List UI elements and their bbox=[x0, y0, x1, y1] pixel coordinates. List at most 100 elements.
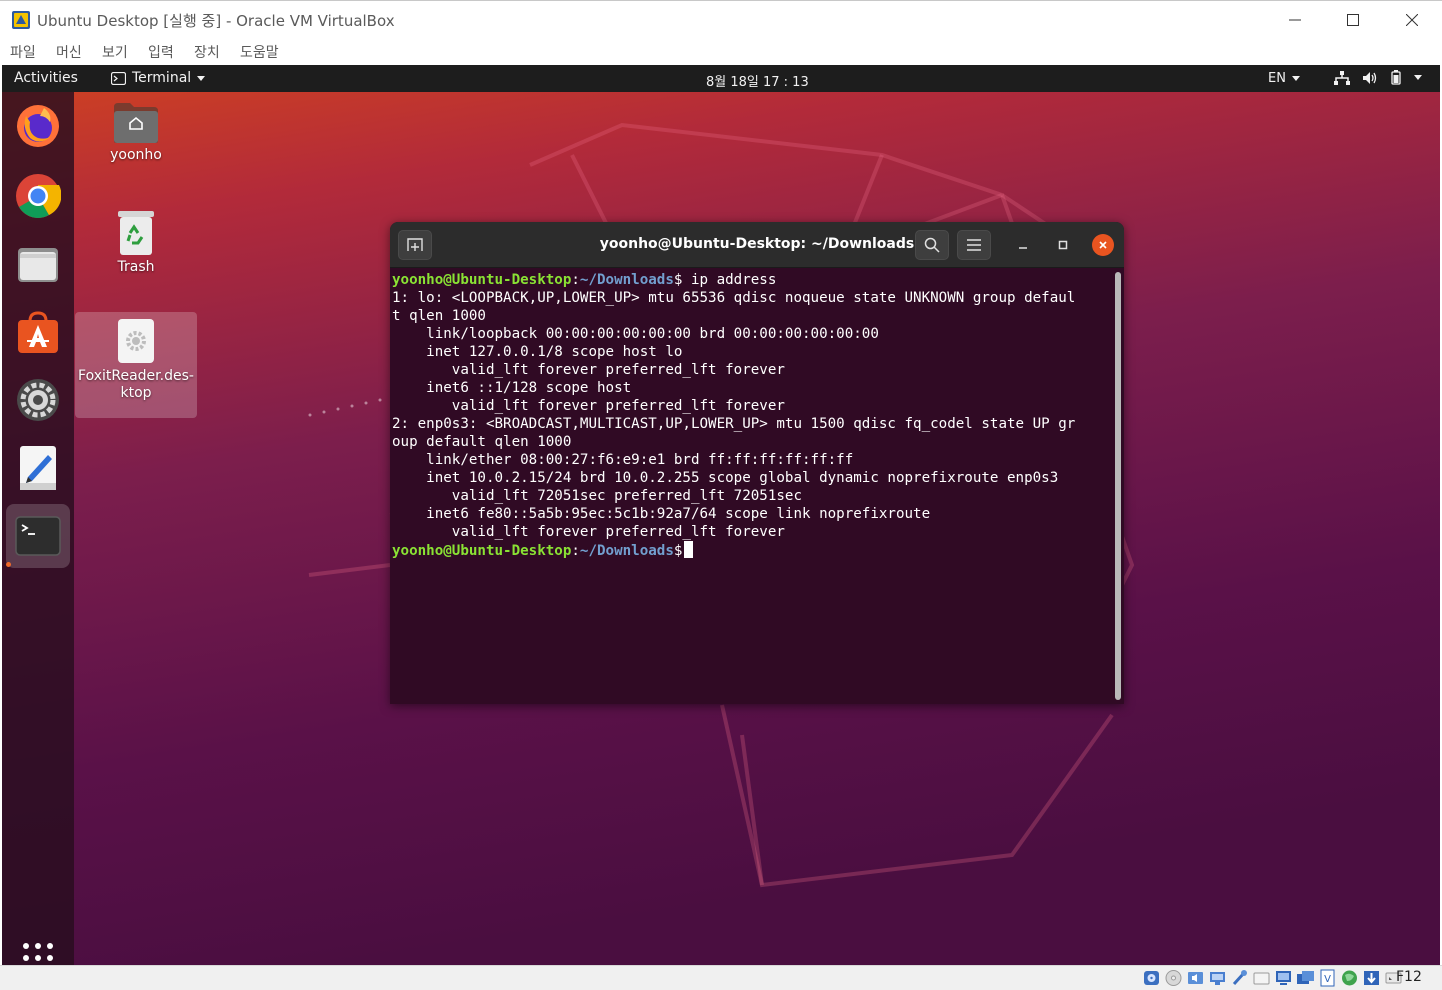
desktop-icon-foxitreader[interactable]: FoxitReader.des-ktop bbox=[75, 312, 197, 418]
system-tray[interactable] bbox=[1334, 70, 1422, 85]
menu-file[interactable]: 파일 bbox=[10, 42, 36, 62]
audio-icon[interactable] bbox=[1186, 969, 1205, 987]
output-line: 2: enp0s3: <BROADCAST,MULTICAST,UP,LOWER… bbox=[392, 416, 1076, 432]
display-icon[interactable] bbox=[1274, 969, 1293, 987]
running-indicator bbox=[6, 562, 11, 567]
window-title: Ubuntu Desktop [실행 중] - Oracle VM Virtua… bbox=[37, 12, 395, 30]
text-editor-icon bbox=[20, 446, 56, 490]
app-menu[interactable]: Terminal bbox=[111, 70, 206, 86]
output-line: inet 127.0.0.1/8 scope host lo bbox=[392, 344, 683, 360]
virtualbox-app-icon bbox=[12, 11, 30, 29]
ubuntu-dock bbox=[2, 92, 74, 965]
prompt-line: yoonho@Ubuntu-Desktop:~/Downloads$ bbox=[392, 541, 1112, 560]
menu-devices[interactable]: 장치 bbox=[194, 42, 220, 62]
output-line: inet6 ::1/128 scope host bbox=[392, 380, 632, 396]
dock-terminal[interactable] bbox=[6, 504, 70, 568]
desktop-icon-home[interactable]: yoonho bbox=[75, 101, 197, 164]
prompt-user: yoonho@Ubuntu-Desktop bbox=[392, 543, 572, 559]
optical-drive-icon[interactable] bbox=[1164, 969, 1183, 987]
system-menu-caret-icon bbox=[1414, 75, 1422, 80]
activities-button[interactable]: Activities bbox=[14, 70, 78, 86]
prompt-line: yoonho@Ubuntu-Desktop:~/Downloads$ ip ad… bbox=[392, 271, 1112, 289]
desktop-icon-label: FoxitReader.des-ktop bbox=[78, 368, 194, 401]
vbox-menubar: 파일 머신 보기 입력 장치 도움말 bbox=[0, 38, 1442, 65]
dock-files[interactable] bbox=[12, 238, 64, 290]
minimize-button[interactable] bbox=[1266, 1, 1324, 39]
desktop-icon-trash[interactable]: Trash bbox=[75, 209, 197, 276]
recording-icon[interactable]: V bbox=[1318, 969, 1337, 987]
search-icon bbox=[924, 237, 940, 253]
ubuntu-software-icon bbox=[18, 311, 58, 353]
search-button[interactable] bbox=[915, 230, 949, 260]
output-line: valid_lft 72051sec preferred_lft 72051se… bbox=[392, 488, 802, 504]
terminal-headerbar[interactable]: yoonho@Ubuntu-Desktop: ~/Downloads bbox=[390, 222, 1124, 268]
terminal-window[interactable]: yoonho@Ubuntu-Desktop: ~/Downloads yoonh… bbox=[390, 222, 1124, 704]
terminal-scrollbar[interactable] bbox=[1115, 272, 1121, 700]
prompt-end: $ bbox=[673, 543, 683, 559]
terminal-small-icon bbox=[111, 71, 126, 85]
output-line: valid_lft forever preferred_lft forever bbox=[392, 362, 785, 378]
terminal-close-button[interactable] bbox=[1092, 234, 1114, 256]
output-line: t qlen 1000 bbox=[392, 308, 486, 324]
prompt-separator: : bbox=[571, 543, 580, 559]
new-tab-button[interactable] bbox=[398, 230, 432, 260]
terminal-maximize-button[interactable] bbox=[1052, 234, 1074, 256]
prompt-path: ~/Downloads bbox=[579, 543, 674, 559]
usb-icon[interactable] bbox=[1230, 969, 1249, 987]
host-key-label: F12 bbox=[1396, 969, 1422, 985]
menu-input[interactable]: 입력 bbox=[148, 42, 174, 62]
maximize-icon bbox=[1058, 240, 1068, 250]
output-line: link/loopback 00:00:00:00:00:00 brd 00:0… bbox=[392, 326, 879, 342]
dock-chrome[interactable] bbox=[12, 170, 64, 222]
hard-disk-icon[interactable] bbox=[1142, 969, 1161, 987]
prompt-path: ~/Downloads bbox=[579, 272, 674, 288]
dock-firefox[interactable] bbox=[12, 100, 64, 152]
terminal-output[interactable]: yoonho@Ubuntu-Desktop:~/Downloads$ ip ad… bbox=[392, 271, 1112, 701]
guest-screen[interactable]: Activities Terminal 8월 18일 17 : 13 EN yo… bbox=[2, 65, 1440, 965]
output-line: inet6 fe80::5a5b:95ec:5c1b:92a7/64 scope… bbox=[392, 506, 931, 522]
text-cursor bbox=[684, 541, 694, 558]
dock-settings[interactable] bbox=[12, 374, 64, 426]
dock-text-editor[interactable] bbox=[12, 442, 64, 494]
prompt-user: yoonho@Ubuntu-Desktop bbox=[392, 272, 572, 288]
dock-ubuntu-software[interactable] bbox=[12, 306, 64, 358]
menu-help[interactable]: 도움말 bbox=[240, 42, 279, 62]
menu-machine[interactable]: 머신 bbox=[56, 42, 82, 62]
files-icon bbox=[18, 248, 58, 282]
clock[interactable]: 8월 18일 17 : 13 bbox=[706, 71, 809, 90]
close-button[interactable] bbox=[1383, 1, 1441, 39]
minimize-icon bbox=[1019, 247, 1027, 249]
input-language-menu[interactable]: EN bbox=[1268, 71, 1300, 86]
output-line: 1: lo: <LOOPBACK,UP,LOWER_UP> mtu 65536 … bbox=[392, 290, 1076, 306]
vbox-titlebar[interactable]: Ubuntu Desktop [실행 중] - Oracle VM Virtua… bbox=[0, 0, 1442, 38]
desktop-icon-label: Trash bbox=[117, 259, 155, 275]
mouse-integration-icon[interactable] bbox=[1362, 969, 1381, 987]
network-icon bbox=[1334, 70, 1350, 85]
output-line: link/ether 08:00:27:f6:e9:e1 brd ff:ff:f… bbox=[392, 452, 854, 468]
language-label: EN bbox=[1268, 71, 1286, 86]
trash-icon bbox=[118, 211, 154, 255]
svg-text:V: V bbox=[1324, 974, 1331, 985]
menu-view[interactable]: 보기 bbox=[102, 42, 128, 62]
battery-icon bbox=[1391, 70, 1401, 85]
show-applications-icon[interactable] bbox=[22, 942, 54, 965]
minimize-icon bbox=[1289, 19, 1301, 21]
new-tab-icon bbox=[407, 238, 423, 251]
settings-icon bbox=[17, 379, 59, 421]
cpu-icon[interactable] bbox=[1340, 969, 1359, 987]
maximize-button[interactable] bbox=[1324, 1, 1382, 39]
vbox-statusbar: V F12 bbox=[0, 965, 1442, 990]
terminal-minimize-button[interactable] bbox=[1012, 234, 1034, 256]
network-adapter-icon[interactable] bbox=[1208, 969, 1227, 987]
gnome-topbar: Activities Terminal 8월 18일 17 : 13 EN bbox=[2, 65, 1440, 92]
video-capture-icon[interactable] bbox=[1296, 969, 1315, 987]
home-folder-icon bbox=[114, 103, 158, 143]
output-line: inet 10.0.2.15/24 brd 10.0.2.255 scope g… bbox=[392, 470, 1059, 486]
close-icon bbox=[1099, 241, 1107, 249]
shared-folders-icon[interactable] bbox=[1252, 969, 1271, 987]
maximize-icon bbox=[1347, 14, 1359, 26]
command-text: ip address bbox=[682, 272, 777, 288]
language-caret-icon bbox=[1291, 76, 1300, 81]
hamburger-menu-button[interactable] bbox=[957, 230, 991, 260]
firefox-icon bbox=[17, 105, 59, 147]
